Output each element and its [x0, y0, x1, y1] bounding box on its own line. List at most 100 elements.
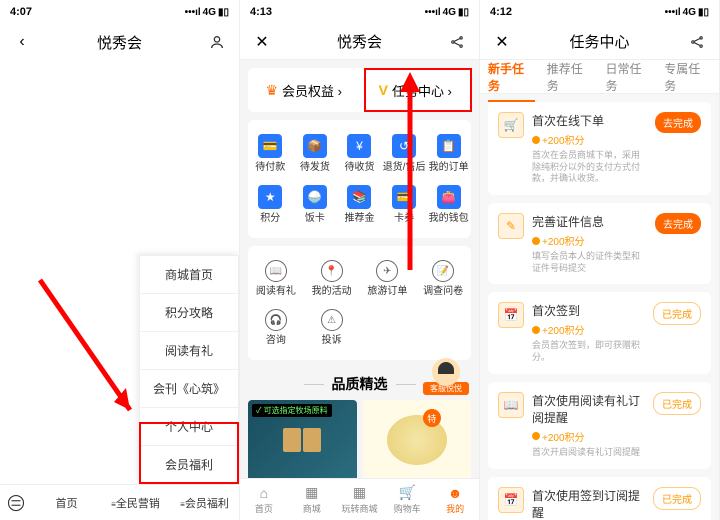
battery-icon: ▮▯: [698, 7, 709, 18]
menu-item-magazine[interactable]: 会刊《心筑》: [140, 370, 238, 408]
tab-newbie[interactable]: 新手任务: [488, 60, 535, 94]
close-icon[interactable]: ✕: [252, 32, 272, 52]
task-action-button[interactable]: 去完成: [655, 213, 701, 234]
grid-cell[interactable]: ✈旅游订单: [360, 254, 416, 303]
highlight-box: [139, 422, 239, 484]
tab-icon: ▦: [353, 484, 366, 501]
cell-label: 咨询: [266, 335, 286, 346]
cell-label: 旅游订单: [367, 286, 407, 297]
tab-icon: 🛒: [399, 484, 416, 501]
cell-label: 我的钱包: [429, 213, 469, 224]
grid-cell[interactable]: 📦 待发货: [293, 128, 338, 179]
task-card: ✎ 完善证件信息 +200积分填写会员本人的证件类型和证件号码提交去完成: [488, 203, 711, 284]
task-title: 首次使用阅读有礼订阅提醒: [532, 392, 645, 426]
grid-cell[interactable]: 📝调查问卷: [415, 254, 471, 303]
grid-cell[interactable]: 📍 我的活动: [304, 254, 360, 303]
task-title: 首次在线下单: [532, 112, 647, 129]
task-desc: 首次在会员商城下单，采用除纯积分以外的支付方式付款，并确认收货。: [532, 150, 647, 185]
bottom-tabbar: 首页 ≡全民营销 ≡会员福利: [0, 484, 239, 520]
cell-icon: 📍: [321, 260, 343, 282]
grid-cell[interactable]: ¥待收货: [337, 128, 382, 179]
cell-label: 投诉: [322, 335, 342, 346]
task-reward: +200积分: [532, 429, 645, 444]
tab-1[interactable]: ▦商城: [288, 479, 336, 520]
status-time: 4:07: [10, 6, 32, 18]
cell-label: 待发货: [300, 162, 330, 173]
battery-icon: ▮▯: [218, 7, 229, 18]
tab-daily[interactable]: 日常任务: [606, 60, 653, 94]
grid-cell[interactable]: 📖阅读有礼: [248, 254, 304, 303]
task-icon: 📖: [498, 392, 524, 418]
grid-cell[interactable]: 🎧 咨询: [248, 303, 304, 352]
cell-label: 退货/售后: [383, 162, 426, 173]
cell-label: 我的活动: [312, 286, 352, 297]
task-reward: +200积分: [532, 233, 647, 248]
share-icon[interactable]: [687, 35, 707, 49]
task-desc: 会员首次签到，即可获赠积分。: [532, 340, 645, 363]
grid-cell[interactable]: ⚠投诉: [304, 303, 360, 352]
task-card: 📖首次使用阅读有礼订阅提醒+200积分首次开启阅读有礼订阅提醒已完成: [488, 382, 711, 469]
customer-service-float[interactable]: 客服悦悦: [423, 358, 469, 390]
tab-welfare[interactable]: ≡会员福利: [170, 495, 239, 511]
task-action-button[interactable]: 已完成: [653, 392, 701, 415]
tab-4[interactable]: ☻我的: [431, 479, 479, 520]
task-reward: +200积分: [532, 322, 645, 337]
task-action-button[interactable]: 已完成: [653, 302, 701, 325]
cell-label: 待收货: [344, 162, 374, 173]
tab-home[interactable]: 首页: [32, 495, 101, 511]
cell-icon: 📋: [437, 134, 461, 158]
bottom-tabbar: ⌂首页▦商城▦玩转商城🛒购物车☻我的: [240, 478, 479, 520]
menu-item-points-guide[interactable]: 积分攻略: [140, 294, 238, 332]
task-action-button[interactable]: 已完成: [653, 487, 701, 510]
grid-cell[interactable]: 👛我的钱包: [426, 179, 471, 230]
task-icon: 📅: [498, 487, 524, 513]
tab-label: 我的: [446, 502, 464, 515]
task-tabs: 新手任务 推荐任务 日常任务 专属任务: [480, 60, 719, 94]
cell-icon: 📝: [432, 260, 454, 282]
task-title: 完善证件信息: [532, 213, 647, 230]
task-title: 首次签到: [532, 302, 645, 319]
phone-1: 4:07 •••ıl 4G ▮▯ ‹ 悦秀会 商城首页 积分攻略 阅读有礼 会刊…: [0, 0, 240, 520]
cell-icon: 📦: [303, 134, 327, 158]
tab-recommended[interactable]: 推荐任务: [547, 60, 594, 94]
signal-icon: •••ıl: [185, 7, 201, 18]
tab-marketing[interactable]: ≡全民营销: [101, 495, 170, 511]
task-card: 🛒首次在线下单+200积分首次在会员商城下单，采用除纯积分以外的支付方式付款，并…: [488, 102, 711, 195]
grid-cell[interactable]: 🍚饭卡: [293, 179, 338, 230]
grid-cell[interactable]: 📚推荐金: [337, 179, 382, 230]
tab-3[interactable]: 🛒购物车: [383, 479, 431, 520]
member-benefits-link[interactable]: ♛ 会员权益 ›: [248, 81, 360, 100]
grid-cell[interactable]: ★积分: [248, 179, 293, 230]
menu-item-mall-home[interactable]: 商城首页: [140, 256, 238, 294]
tab-icon: ⌂: [260, 485, 268, 501]
menu-toggle-icon[interactable]: [0, 494, 32, 512]
back-icon[interactable]: ‹: [12, 33, 32, 51]
page-title: 悦秀会: [272, 31, 447, 52]
tab-label: 商城: [303, 502, 321, 515]
cell-icon: 💳: [258, 134, 282, 158]
task-desc: 填写会员本人的证件类型和证件号码提交: [532, 251, 647, 274]
grid-cell[interactable]: 💳卡券: [382, 179, 427, 230]
tab-exclusive[interactable]: 专属任务: [664, 60, 711, 94]
cell-icon: 🎧: [265, 309, 287, 331]
grid-cell[interactable]: 📋我的订单: [426, 128, 471, 179]
close-icon[interactable]: ✕: [492, 32, 512, 52]
tab-2[interactable]: ▦玩转商城: [336, 479, 384, 520]
menu-item-reading-gift[interactable]: 阅读有礼: [140, 332, 238, 370]
tab-0[interactable]: ⌂首页: [240, 479, 288, 520]
status-right: •••ıl 4G ▮▯: [185, 7, 229, 18]
tab-label: 玩转商城: [341, 502, 377, 515]
grid-cell[interactable]: 💳待付款: [248, 128, 293, 179]
task-icon: ✎: [498, 213, 524, 239]
grid-cell[interactable]: ↺退货/售后: [382, 128, 427, 179]
status-right: •••ıl 4G ▮▯: [665, 7, 709, 18]
page-title: 悦秀会: [32, 32, 207, 53]
task-reward: +200积分: [532, 132, 647, 147]
task-action-button[interactable]: 去完成: [655, 112, 701, 133]
task-title: 首次使用签到订阅提醒: [532, 487, 645, 520]
phone-2: 4:13 •••ıl 4G ▮▯ ✕ 悦秀会 ♛ 会员权益 › V 任务中心 ›…: [240, 0, 480, 520]
cell-label: 积分: [260, 213, 280, 224]
share-icon[interactable]: [447, 35, 467, 49]
cell-label: 卡券: [394, 213, 414, 224]
profile-icon[interactable]: [207, 34, 227, 50]
